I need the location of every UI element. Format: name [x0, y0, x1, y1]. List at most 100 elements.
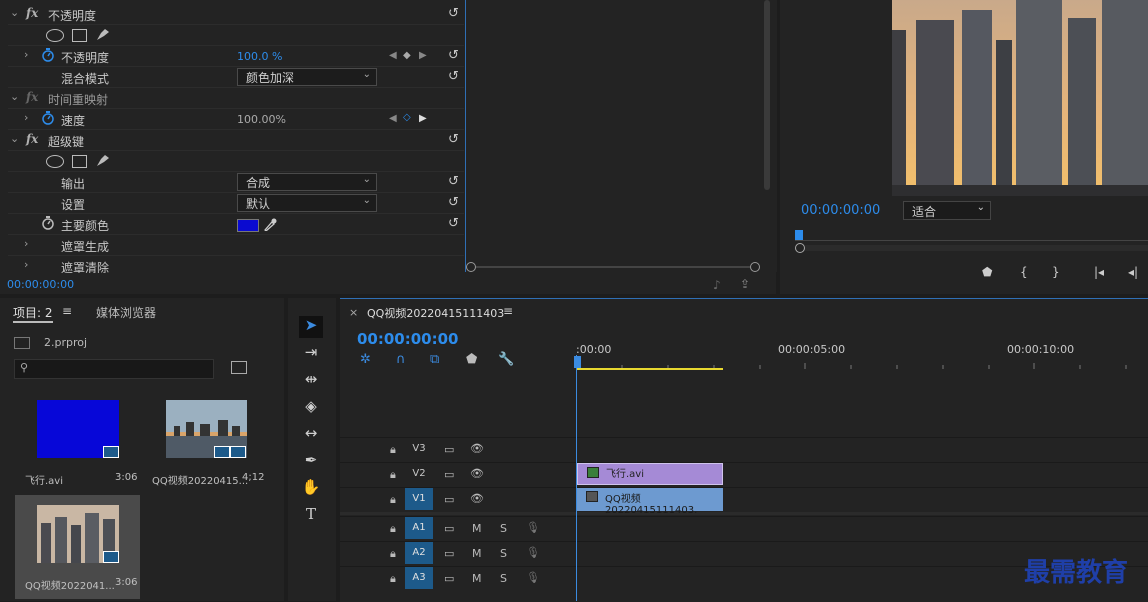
add-marker-icon[interactable]: ⬟: [466, 352, 477, 367]
microphone-icon[interactable]: 🎙︎: [526, 546, 540, 559]
add-keyframe-icon[interactable]: ◇: [403, 112, 411, 123]
time-remap-row[interactable]: ⌄ fx 时间重映射: [8, 88, 464, 109]
time-ruler[interactable]: [575, 358, 1148, 369]
video-audio-divider[interactable]: [340, 512, 1148, 515]
project-item[interactable]: QQ视频2022041... 3:06: [15, 495, 140, 599]
snap-icon[interactable]: ∩: [396, 352, 406, 367]
toggle-sync-icon[interactable]: ▭: [444, 443, 454, 456]
fx-icon[interactable]: fx: [26, 90, 38, 104]
add-keyframe-icon[interactable]: ◆: [403, 50, 411, 61]
reset-icon[interactable]: ↺: [448, 174, 459, 189]
toggle-sync-icon[interactable]: ▭: [444, 547, 454, 560]
tab-project[interactable]: 项目: 2: [13, 304, 53, 323]
chevron-right-icon[interactable]: ›: [24, 258, 28, 271]
stopwatch-icon[interactable]: [41, 111, 55, 128]
reset-icon[interactable]: ↺: [448, 6, 459, 21]
toggle-sync-icon[interactable]: ▭: [444, 468, 454, 481]
prev-keyframe-icon[interactable]: ◀: [389, 113, 397, 124]
wrench-icon[interactable]: 🔧: [498, 352, 514, 367]
chevron-right-icon[interactable]: ›: [24, 237, 28, 250]
stopwatch-icon[interactable]: [41, 216, 55, 233]
panel-menu-icon[interactable]: ≡: [62, 304, 72, 318]
timeline-timecode[interactable]: 00:00:00:00: [357, 330, 459, 348]
track-select-tool-icon[interactable]: ⇥: [299, 343, 323, 365]
reset-icon[interactable]: ↺: [448, 216, 459, 231]
eyedropper-icon[interactable]: [263, 217, 277, 234]
reset-icon[interactable]: ↺: [448, 132, 459, 147]
pen-tool-icon[interactable]: ✒: [299, 451, 323, 473]
tab-media-browser[interactable]: 媒体浏览器: [96, 304, 156, 321]
slip-tool-icon[interactable]: ↔: [299, 424, 323, 446]
marker-icon[interactable]: ⬟: [982, 265, 992, 279]
track-v3[interactable]: 🔒︎ V3 ▭ 👁︎: [340, 437, 1148, 462]
reset-icon[interactable]: ↺: [448, 69, 459, 84]
toggle-sync-icon[interactable]: ▭: [444, 572, 454, 585]
solo-button[interactable]: S: [500, 547, 507, 560]
mark-out-icon[interactable]: }: [1052, 265, 1060, 279]
ellipse-mask-icon[interactable]: [46, 155, 64, 168]
close-icon[interactable]: ×: [349, 306, 358, 319]
chevron-down-icon[interactable]: ⌄: [10, 90, 19, 103]
microphone-icon[interactable]: 🎙︎: [526, 521, 540, 534]
step-back-icon[interactable]: ◂|: [1128, 265, 1138, 279]
type-tool-icon[interactable]: T: [299, 505, 323, 527]
go-to-in-icon[interactable]: |◂: [1094, 265, 1104, 279]
scroll-handle-right[interactable]: [750, 262, 760, 272]
ultrakey-row[interactable]: ⌄ fx 超级键 ↺: [8, 130, 464, 151]
speed-value[interactable]: 100.00%: [237, 113, 286, 126]
microphone-icon[interactable]: 🎙︎: [526, 571, 540, 584]
track-v1[interactable]: 🔒︎ V1 ▭ 👁︎: [340, 487, 1148, 512]
output-dropdown[interactable]: 合成 ⌄: [237, 173, 377, 191]
lock-icon[interactable]: 🔒︎: [390, 522, 396, 536]
zoom-handle[interactable]: [795, 243, 805, 253]
hand-tool-icon[interactable]: ✋: [299, 478, 323, 500]
next-keyframe-icon[interactable]: ▶: [419, 50, 427, 61]
effect-controls-timeline[interactable]: [465, 0, 777, 272]
clip-v1[interactable]: QQ视频20220415111403.: [577, 488, 723, 516]
chevron-down-icon[interactable]: ⌄: [10, 132, 19, 145]
export-icon[interactable]: ⇪: [740, 277, 750, 291]
vertical-scrollbar[interactable]: [764, 0, 770, 190]
speed-row[interactable]: › 速度 100.00% ◀ ◇ ▶: [8, 109, 464, 130]
next-keyframe-icon[interactable]: ▶: [419, 113, 427, 124]
lock-icon[interactable]: 🔒︎: [390, 493, 396, 507]
eye-icon[interactable]: 👁︎: [470, 442, 484, 455]
fx-icon[interactable]: fx: [26, 132, 38, 146]
track-label[interactable]: V1: [405, 488, 433, 510]
program-timecode[interactable]: 00:00:00:00: [801, 203, 880, 218]
mute-button[interactable]: M: [472, 547, 482, 560]
mark-in-icon[interactable]: {: [1020, 265, 1028, 279]
prev-keyframe-icon[interactable]: ◀: [389, 50, 397, 61]
work-area-bar[interactable]: [577, 368, 723, 370]
pen-mask-icon[interactable]: [95, 27, 111, 44]
track-a1[interactable]: 🔒︎ A1 ▭ M S 🎙︎: [340, 516, 1148, 541]
mute-button[interactable]: M: [472, 572, 482, 585]
reset-icon[interactable]: ↺: [448, 48, 459, 63]
chevron-down-icon[interactable]: ⌄: [10, 6, 19, 19]
project-search-input[interactable]: ⚲: [14, 359, 214, 379]
razor-tool-icon[interactable]: ◈: [299, 397, 323, 419]
playhead-marker-icon[interactable]: [795, 230, 803, 240]
pen-mask-icon[interactable]: [95, 153, 111, 170]
track-label[interactable]: A1: [405, 517, 433, 539]
lock-icon[interactable]: 🔒︎: [390, 547, 396, 561]
solo-button[interactable]: S: [500, 522, 507, 535]
scroll-handle-left[interactable]: [466, 262, 476, 272]
project-item[interactable]: 飞行.avi 3:06: [15, 392, 140, 494]
rectangle-mask-icon[interactable]: [72, 155, 87, 168]
clip-v2[interactable]: 飞行.avi: [577, 463, 723, 485]
sequence-tab[interactable]: QQ视频20220415111403: [367, 305, 504, 321]
opacity-property-row[interactable]: › 不透明度 100.0 % ◀ ◆ ▶ ↺: [8, 46, 464, 67]
track-label[interactable]: V3: [405, 438, 433, 460]
project-item[interactable]: QQ视频20220415... 4;12: [142, 392, 267, 494]
fx-timecode[interactable]: 00:00:00:00: [7, 278, 74, 291]
linked-selection-icon[interactable]: ⧉: [430, 352, 439, 367]
ellipse-mask-icon[interactable]: [46, 29, 64, 42]
selection-tool-icon[interactable]: ➤: [299, 316, 323, 338]
matte-generation-row[interactable]: › 遮罩生成: [8, 235, 464, 256]
eye-icon[interactable]: 👁︎: [470, 492, 484, 505]
panel-menu-icon[interactable]: ≡: [503, 304, 513, 318]
zoom-bar[interactable]: [805, 245, 1148, 251]
zoom-fit-dropdown[interactable]: 适合 ⌄: [903, 201, 991, 220]
new-bin-icon[interactable]: [231, 361, 247, 374]
